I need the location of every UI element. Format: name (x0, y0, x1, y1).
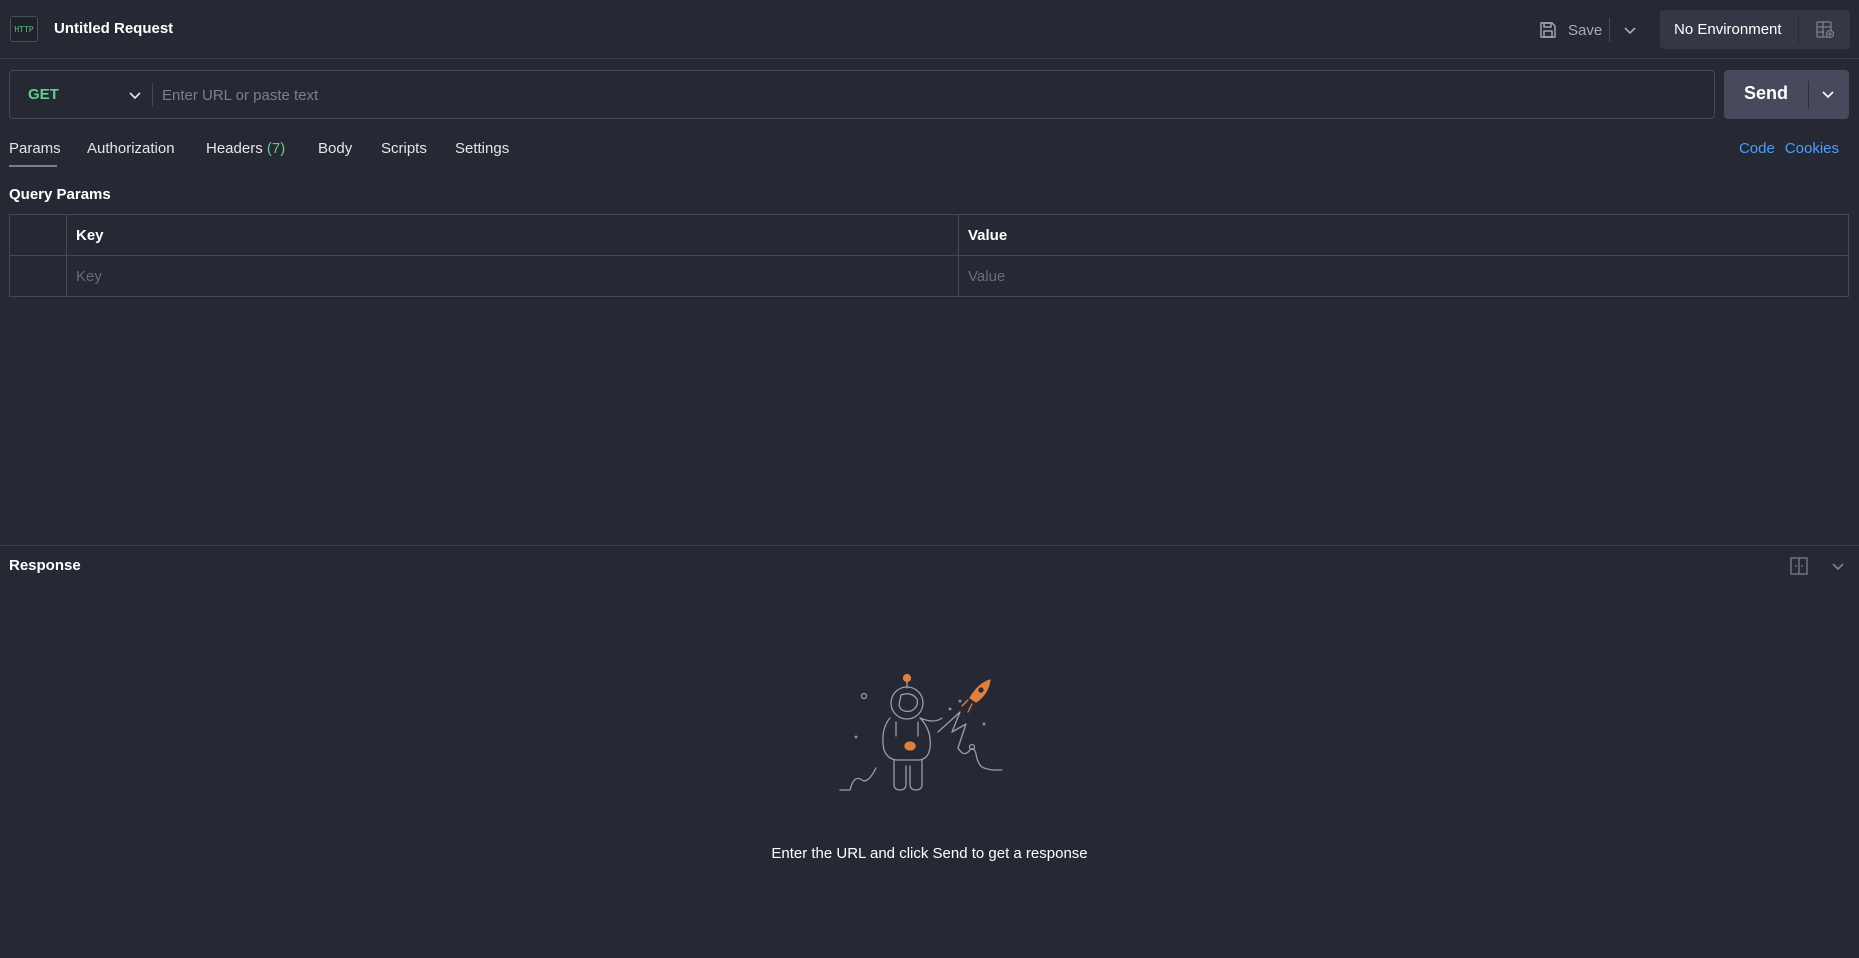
send-button-group: Send (1724, 70, 1849, 119)
send-options-chevron-down-icon[interactable] (1818, 84, 1838, 104)
tab-params[interactable]: Params (9, 140, 61, 157)
query-params-title: Query Params (9, 186, 111, 203)
url-input[interactable] (162, 79, 1702, 111)
tab-body[interactable]: Body (318, 140, 352, 157)
http-icon-label: HTTP (14, 24, 34, 34)
environment-selector[interactable]: No Environment (1660, 10, 1850, 49)
tab-authorization[interactable]: Authorization (87, 140, 175, 157)
send-divider (1808, 81, 1809, 108)
save-divider (1609, 18, 1610, 42)
http-request-icon: HTTP (10, 16, 38, 42)
url-bar: GET (9, 70, 1715, 119)
query-params-table: Key Value (9, 214, 1849, 297)
save-icon (1540, 22, 1556, 38)
tab-settings[interactable]: Settings (455, 140, 509, 157)
headers-count-badge: (7) (266, 140, 286, 157)
method-chevron-down-icon[interactable] (125, 85, 145, 105)
environment-settings-icon[interactable] (1814, 19, 1836, 41)
response-title: Response (9, 557, 81, 574)
response-pane-resizer[interactable] (0, 545, 1859, 546)
http-method-select[interactable]: GET (28, 86, 59, 103)
url-divider (152, 83, 153, 107)
code-link[interactable]: Code (1739, 140, 1775, 157)
astronaut-rocket-illustration (839, 673, 1003, 791)
response-collapse-chevron-down-icon[interactable] (1828, 556, 1848, 576)
tab-scripts[interactable]: Scripts (381, 140, 427, 157)
param-key-input[interactable] (76, 259, 946, 293)
top-bar: HTTP Untitled Request Save No Environmen… (0, 0, 1859, 59)
save-label: Save (1568, 21, 1603, 39)
http-request-app: HTTP Untitled Request Save No Environmen… (0, 0, 1859, 958)
environment-label: No Environment (1674, 21, 1782, 38)
empty-response-message: Enter the URL and click Send to get a re… (771, 845, 1088, 862)
tab-headers-label: Headers (206, 140, 263, 157)
cookies-link[interactable]: Cookies (1785, 140, 1839, 157)
key-column-header: Key (76, 227, 104, 244)
tab-headers[interactable]: Headers (7) (206, 140, 285, 157)
active-tab-indicator (9, 165, 57, 167)
save-button[interactable]: Save (1538, 17, 1602, 43)
value-column-header: Value (968, 227, 1008, 244)
environment-divider (1798, 14, 1799, 45)
param-value-input[interactable] (968, 259, 1838, 293)
save-options-chevron-down-icon[interactable] (1620, 20, 1640, 40)
send-button[interactable]: Send (1724, 83, 1808, 104)
layout-toggle-icon[interactable] (1789, 556, 1809, 576)
side-links: Code Cookies (1739, 140, 1839, 157)
table-row-divider (10, 255, 1848, 256)
request-title[interactable]: Untitled Request (54, 20, 173, 37)
